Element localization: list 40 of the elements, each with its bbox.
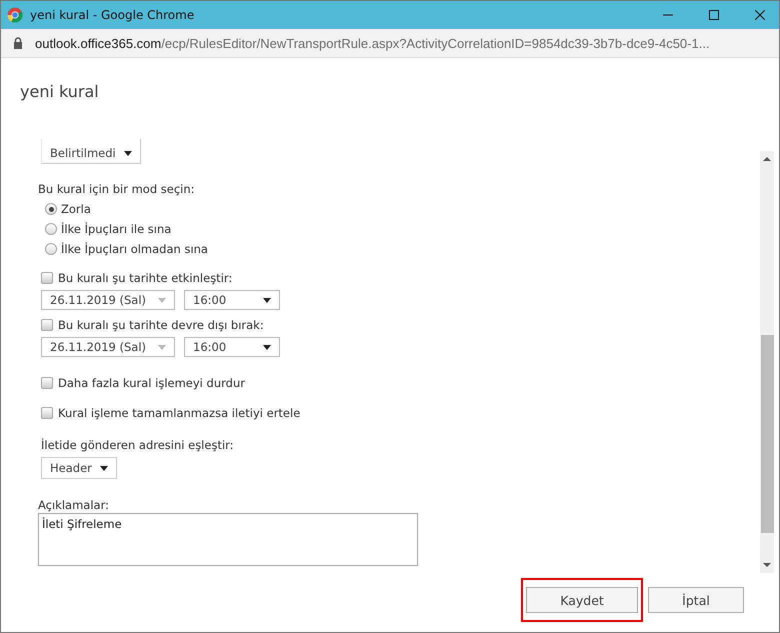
caret-icon [263, 344, 271, 350]
lock-icon [13, 37, 23, 49]
comments-label: Açıklamalar: [38, 498, 109, 512]
dialog-heading: yeni kural [19, 81, 100, 103]
sender-label: İletide gönderen adresini eşleştir: [41, 438, 234, 452]
dialog-button[interactable]: İptal [648, 587, 744, 613]
mode-label: Bu kural için bir mod seçin: [38, 182, 195, 196]
radio-label: İlke İpuçları olmadan sına [61, 242, 208, 256]
checkbox-label: Kural işleme tamamlanmazsa iletiyi ertele [58, 406, 300, 420]
browser-logo-icon [7, 7, 23, 23]
date-picker[interactable]: 26.11.2019 (Sal) [41, 290, 175, 310]
radio-button[interactable] [45, 223, 57, 235]
caret-icon [100, 466, 108, 470]
close-icon[interactable] [755, 10, 765, 20]
scrollbar[interactable] [760, 151, 774, 573]
radio-button[interactable] [45, 243, 57, 255]
checkbox[interactable] [41, 407, 53, 419]
checkbox[interactable] [41, 377, 53, 389]
caret-icon [263, 298, 271, 302]
checkbox-label: Bu kuralı şu tarihte devre dışı bırak: [58, 318, 264, 332]
date-picker[interactable]: 26.11.2019 (Sal) [41, 337, 175, 357]
checkbox-label: Bu kuralı şu tarihte etkinleştir: [58, 271, 232, 285]
caret-icon [158, 344, 166, 350]
comments-field[interactable]: İleti Şifreleme [38, 513, 418, 566]
severity-dropdown[interactable]: Belirtilmedi [41, 139, 141, 164]
checkbox-label: Daha fazla kural işlemeyi durdur [58, 376, 245, 390]
time-dropdown[interactable]: 16:00 [184, 337, 280, 357]
dialog-button[interactable]: Kaydet [526, 587, 638, 613]
radio-button[interactable] [45, 203, 57, 215]
caret-icon [158, 298, 166, 302]
time-dropdown[interactable]: 16:00 [184, 290, 280, 310]
radio-label: Zorla [61, 202, 91, 216]
checkbox[interactable] [41, 272, 53, 284]
caret-icon [124, 150, 132, 156]
checkbox[interactable] [41, 319, 53, 331]
window-title: yeni kural - Google Chrome [30, 8, 194, 22]
url-text[interactable]: outlook.office365.com/ecp/RulesEditor/NewTransportRule.aspx?ActivityCorrelationID=9854dc39-3b7b-dce9-4c50-1... [35, 36, 710, 50]
sender-dropdown[interactable]: Header [41, 457, 117, 479]
radio-label: İlke İpuçları ile sına [61, 222, 172, 236]
maximize-icon[interactable] [709, 10, 719, 20]
